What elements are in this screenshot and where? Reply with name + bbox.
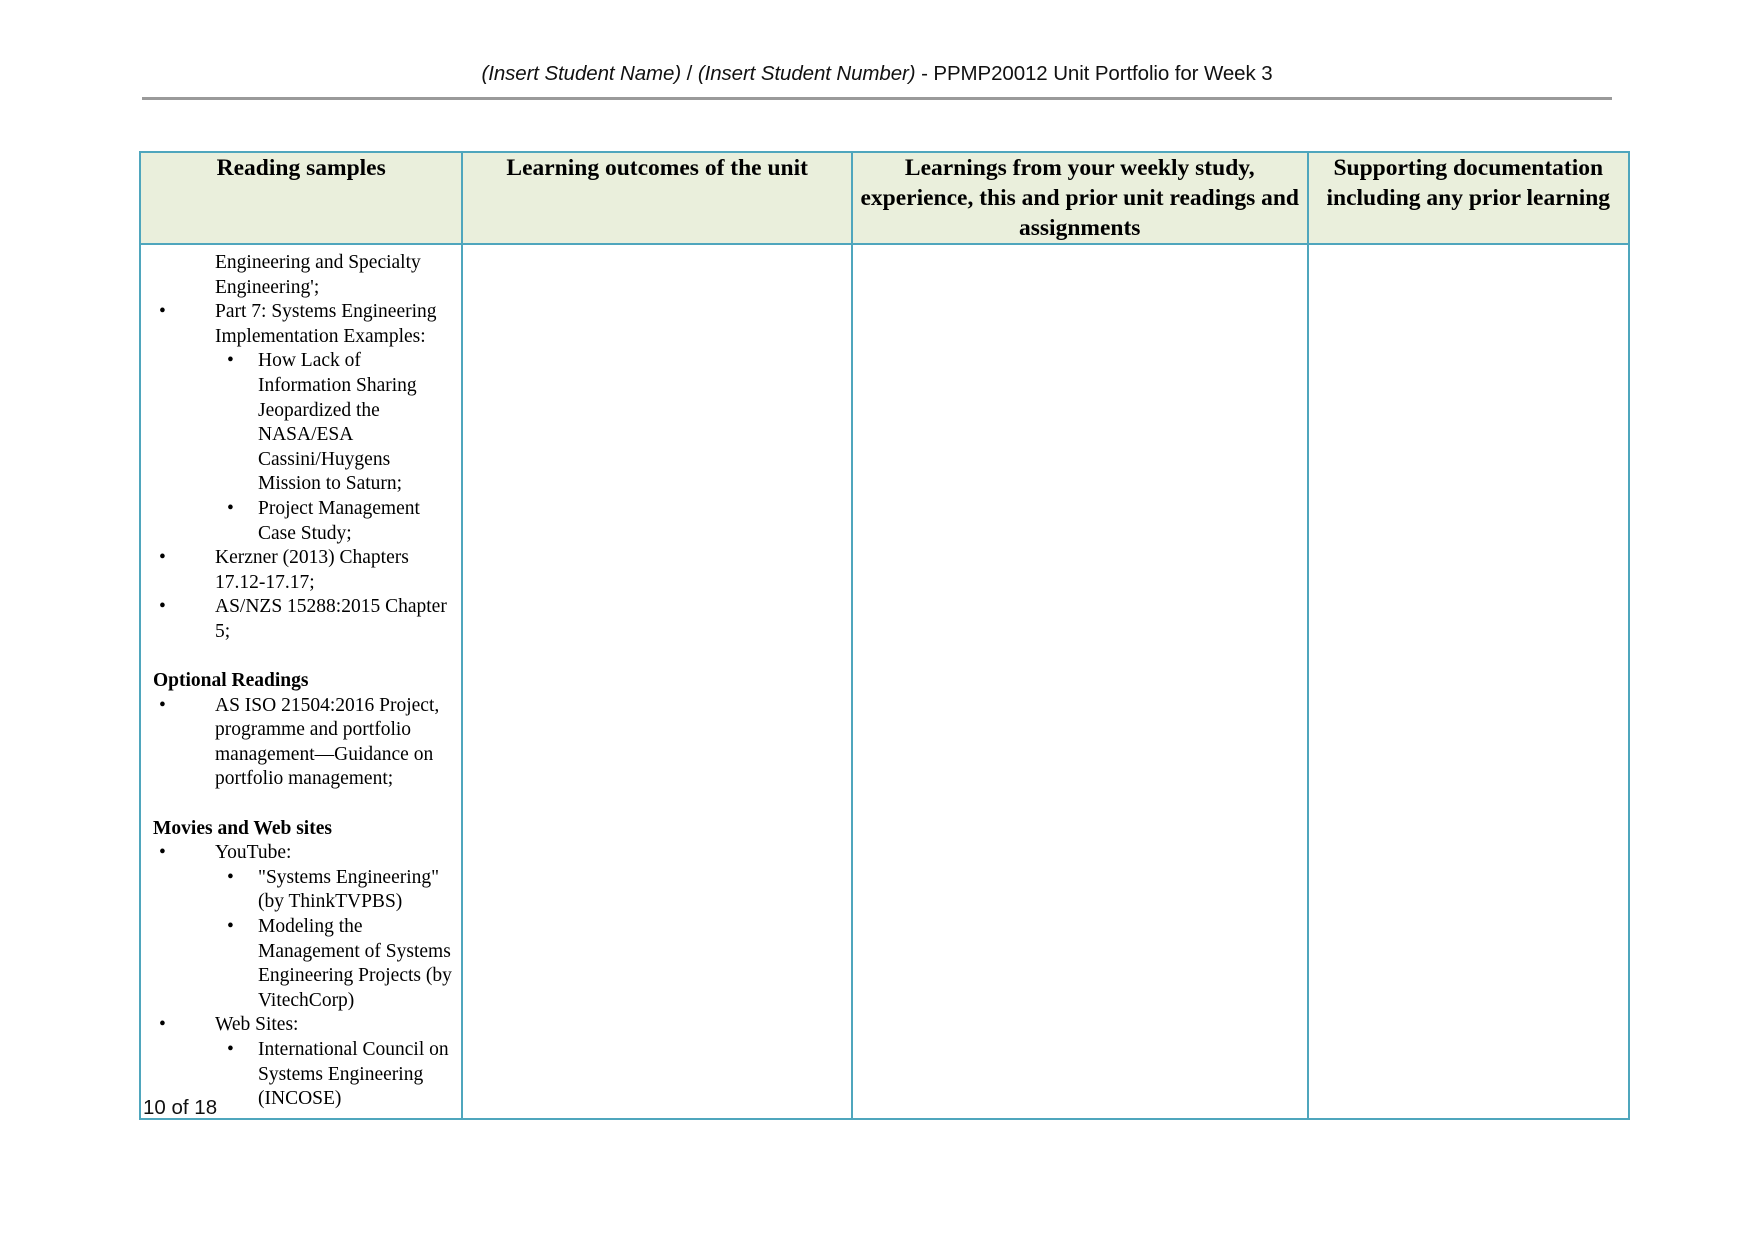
list-item-label: AS ISO 21504:2016 Project, programme and… xyxy=(215,694,440,790)
list-item-label: International Council on Systems Enginee… xyxy=(258,1039,449,1110)
list-item: • "Systems Engineering" (by ThinkTVPBS) xyxy=(215,866,453,915)
table-body-row: Engineering and Specialty Engineering'; … xyxy=(138,243,1631,1120)
column-header-supporting-documentation: Supporting documentation including any p… xyxy=(1306,151,1631,245)
reading-samples-content: Engineering and Specialty Engineering'; … xyxy=(141,245,461,1118)
cell-learning-outcomes[interactable] xyxy=(461,243,853,1120)
bullet-icon: • xyxy=(159,301,166,323)
list-item-label: "Systems Engineering" (by ThinkTVPBS) xyxy=(258,866,440,913)
sub-list: • "Systems Engineering" (by ThinkTVPBS) … xyxy=(215,866,453,1014)
column-header-learning-outcomes: Learning outcomes of the unit xyxy=(461,151,853,245)
list-item-label: Modeling the Management of Systems Engin… xyxy=(258,916,452,1011)
bullet-icon: • xyxy=(227,350,234,372)
cell-reading-samples[interactable]: Engineering and Specialty Engineering'; … xyxy=(138,243,464,1120)
table-header-row: Reading samples Learning outcomes of the… xyxy=(138,151,1631,245)
cell-supporting-documentation[interactable] xyxy=(1306,243,1631,1120)
student-number-placeholder: (Insert Student Number) xyxy=(697,62,916,85)
list-item-label: Part 7: Systems Engineering Implementati… xyxy=(215,301,437,347)
optional-readings-list: • AS ISO 21504:2016 Project, programme a… xyxy=(147,694,453,792)
sub-list: • How Lack of Information Sharing Jeopar… xyxy=(215,349,453,546)
list-item-label: AS/NZS 15288:2015 Chapter 5; xyxy=(215,596,447,642)
bullet-icon: • xyxy=(159,694,166,716)
bullet-icon: • xyxy=(227,866,234,888)
optional-readings-heading: Optional Readings xyxy=(153,670,309,692)
list-item: • International Council on Systems Engin… xyxy=(215,1038,453,1112)
list-item-label: How Lack of Information Sharing Jeopardi… xyxy=(258,350,417,495)
bullet-icon: • xyxy=(159,547,166,569)
list-item-label: YouTube: xyxy=(215,842,292,864)
bullet-icon: • xyxy=(159,596,166,618)
learning-outcomes-content xyxy=(463,245,851,257)
learnings-content xyxy=(853,245,1307,257)
list-item: • YouTube: • "Systems Engineering" (by T… xyxy=(147,841,453,1013)
list-item: • How Lack of Information Sharing Jeopar… xyxy=(215,349,453,497)
continuation-text: Engineering and Specialty Engineering'; xyxy=(215,252,421,298)
list-item-label: Web Sites: xyxy=(215,1014,299,1036)
page-number-footer: 10 of 18 xyxy=(143,1096,218,1119)
required-readings-list: • Part 7: Systems Engineering Implementa… xyxy=(147,300,453,644)
bullet-icon: • xyxy=(227,497,234,519)
header-separator: / xyxy=(681,62,698,85)
movies-web-sites-list: • YouTube: • "Systems Engineering" (by T… xyxy=(147,841,453,1112)
list-item-label: Project Management Case Study; xyxy=(258,497,420,544)
sub-list: • International Council on Systems Engin… xyxy=(215,1038,453,1112)
bullet-icon: • xyxy=(227,1039,234,1060)
column-header-learnings-weekly-study: Learnings from your weekly study, experi… xyxy=(850,151,1309,245)
page-header: (Insert Student Name) / (Insert Student … xyxy=(142,62,1612,86)
list-item-label: Kerzner (2013) Chapters 17.12-17.17; xyxy=(215,547,409,593)
document-page: (Insert Student Name) / (Insert Student … xyxy=(0,0,1754,1241)
list-item: • AS ISO 21504:2016 Project, programme a… xyxy=(147,694,453,792)
cell-learnings-weekly-study[interactable] xyxy=(850,243,1309,1120)
student-name-placeholder: (Insert Student Name) xyxy=(481,62,682,85)
list-item: • Part 7: Systems Engineering Implementa… xyxy=(147,300,453,546)
header-divider-rule xyxy=(142,97,1612,100)
list-item: • AS/NZS 15288:2015 Chapter 5; xyxy=(147,595,453,644)
bullet-icon: • xyxy=(227,916,234,938)
bullet-icon: • xyxy=(159,1014,166,1036)
column-header-reading-samples: Reading samples xyxy=(138,151,464,245)
list-item: • Kerzner (2013) Chapters 17.12-17.17; xyxy=(147,546,453,595)
bullet-icon: • xyxy=(159,842,166,864)
list-item: • Project Management Case Study; xyxy=(215,497,453,546)
supporting-docs-content xyxy=(1309,245,1628,257)
header-title-suffix: - PPMP20012 Unit Portfolio for Week 3 xyxy=(915,62,1273,85)
list-item: • Modeling the Management of Systems Eng… xyxy=(215,915,453,1013)
portfolio-table: Reading samples Learning outcomes of the… xyxy=(138,151,1631,1120)
movies-web-sites-heading: Movies and Web sites xyxy=(153,817,332,839)
